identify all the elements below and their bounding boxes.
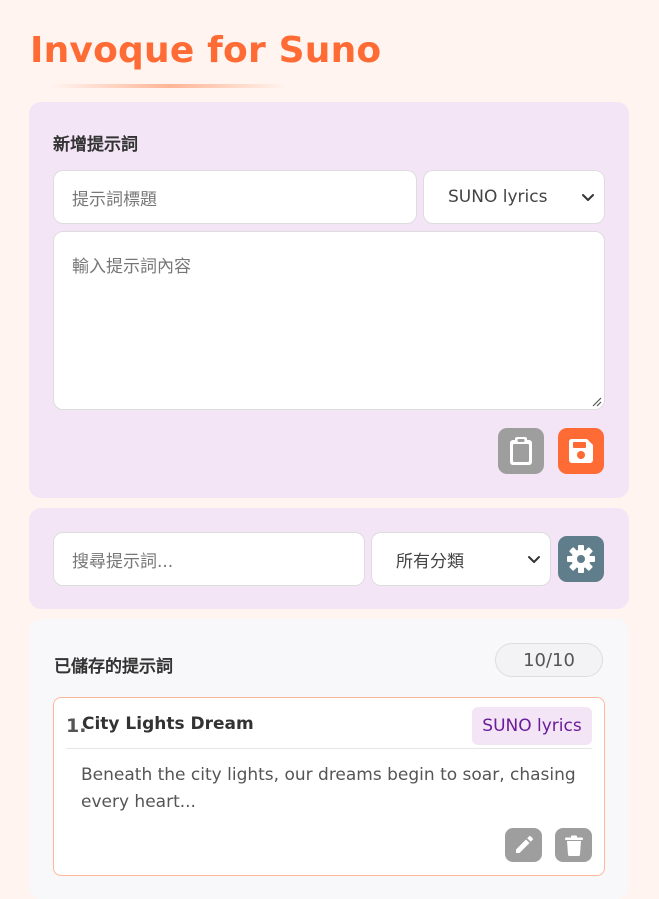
prompt-card[interactable]: 1. City Lights Dream SUNO lyrics Beneath… xyxy=(53,697,605,876)
add-prompt-heading: 新增提示詞 xyxy=(53,135,138,155)
clipboard-icon xyxy=(510,437,532,465)
prompt-count-badge: 10/10 xyxy=(495,643,603,677)
trash-icon xyxy=(564,835,583,856)
search-panel: 搜尋提示詞... 所有分類 xyxy=(29,508,629,609)
settings-button[interactable] xyxy=(558,536,604,582)
search-placeholder: 搜尋提示詞... xyxy=(72,551,174,572)
paste-button[interactable] xyxy=(498,428,544,474)
title-underline xyxy=(52,84,288,88)
chevron-down-icon xyxy=(528,556,540,563)
category-filter-value: 所有分類 xyxy=(396,551,464,572)
prompt-content-textarea[interactable]: 輸入提示詞內容 xyxy=(53,231,605,410)
resize-grip-icon[interactable] xyxy=(590,395,602,407)
app-title: Invoque for Suno xyxy=(30,30,382,71)
prompt-title-input[interactable]: 提示詞標題 xyxy=(53,170,417,224)
delete-button[interactable] xyxy=(555,828,592,862)
category-filter-select[interactable]: 所有分類 xyxy=(371,532,551,586)
search-input[interactable]: 搜尋提示詞... xyxy=(53,532,365,586)
save-icon xyxy=(568,439,593,463)
prompt-card-preview: Beneath the city lights, our dreams begi… xyxy=(81,765,576,812)
prompt-card-title: City Lights Dream xyxy=(82,714,254,734)
prompt-card-divider xyxy=(66,748,592,749)
prompt-card-category-badge: SUNO lyrics xyxy=(472,707,592,745)
prompt-title-placeholder: 提示詞標題 xyxy=(72,189,157,210)
add-prompt-panel: 新增提示詞 提示詞標題 SUNO lyrics 輸入提示詞內容 xyxy=(29,102,629,498)
chevron-down-icon xyxy=(582,194,594,201)
category-select-value: SUNO lyrics xyxy=(448,187,548,207)
saved-prompts-heading: 已儲存的提示詞 xyxy=(54,657,173,677)
category-select[interactable]: SUNO lyrics xyxy=(423,170,605,224)
save-button[interactable] xyxy=(558,428,604,474)
edit-button[interactable] xyxy=(505,828,542,862)
pencil-icon xyxy=(515,836,533,853)
prompt-content-placeholder: 輸入提示詞內容 xyxy=(72,257,191,277)
gear-icon xyxy=(567,545,595,573)
